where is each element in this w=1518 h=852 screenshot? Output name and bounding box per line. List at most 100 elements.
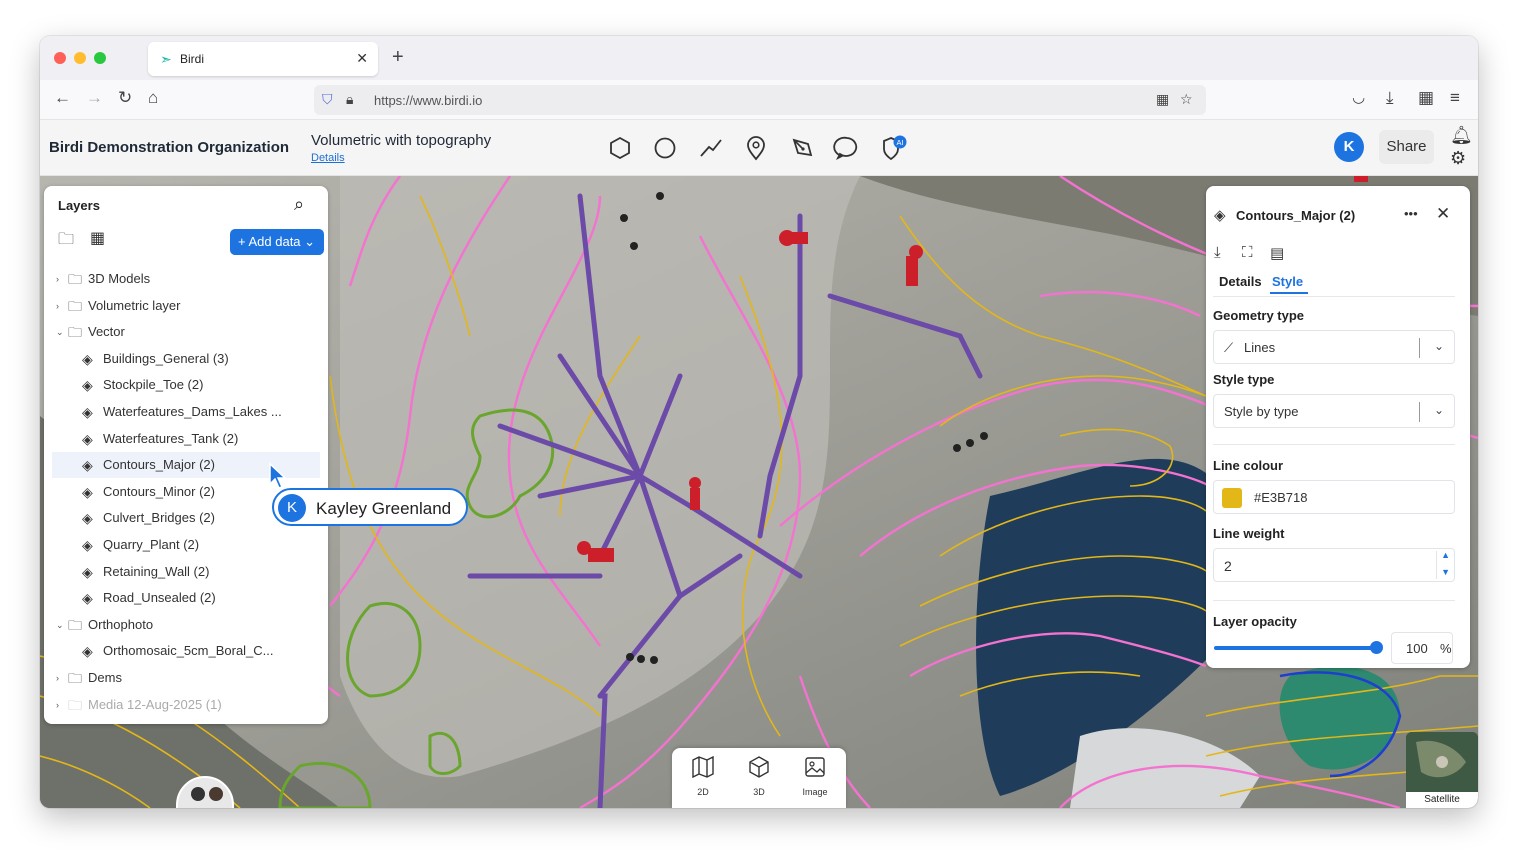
add-folder-icon[interactable]: 🗀: [58, 228, 74, 255]
chevron-right-icon[interactable]: ›: [56, 692, 59, 718]
tree-folder-row[interactable]: ⌄ 🗀 Vector: [52, 319, 320, 345]
new-tab-button[interactable]: +: [392, 46, 404, 69]
settings-gear-icon[interactable]: ⚙: [1450, 148, 1466, 169]
close-panel-icon[interactable]: ✕: [1436, 204, 1450, 224]
menu-icon[interactable]: ≡: [1450, 88, 1460, 108]
view-mode-switcher: 2D 3D Image: [672, 748, 846, 808]
chevron-right-icon[interactable]: ›: [56, 293, 59, 319]
calendar-icon[interactable]: ▦: [90, 228, 105, 248]
pocket-icon[interactable]: ◡: [1352, 88, 1365, 106]
home-icon[interactable]: ⌂: [148, 88, 158, 108]
browser-tab[interactable]: ➣ Birdi ✕: [148, 42, 378, 76]
polygon-tool-icon[interactable]: [606, 134, 634, 162]
colour-swatch[interactable]: [1222, 488, 1242, 508]
tree-layer-row[interactable]: ◈ Orthomosaic_5cm_Boral_C...: [52, 638, 320, 664]
back-icon[interactable]: ←: [54, 88, 71, 108]
reload-icon[interactable]: ↻: [118, 88, 132, 108]
address-bar[interactable]: ⛉ 🔒︎ https://www.birdi.io ▦ ☆: [314, 85, 1206, 115]
layer-stack-icon: ◈: [82, 563, 93, 580]
tab-details[interactable]: Details: [1219, 274, 1262, 289]
layer-stack-icon: ◈: [82, 430, 93, 447]
browser-tab-bar: ➣ Birdi ✕ +: [40, 36, 1478, 80]
collaborator-name-tag: K Kayley Greenland: [272, 488, 468, 526]
user-avatar[interactable]: K: [1334, 132, 1364, 162]
shield-icon[interactable]: ⛉: [322, 91, 333, 108]
line-tool-icon[interactable]: [697, 134, 725, 162]
add-data-button[interactable]: + Add data ⌄: [230, 229, 324, 255]
chevron-right-icon[interactable]: ›: [56, 266, 59, 292]
view-image-button[interactable]: Image: [788, 754, 842, 804]
tree-folder-row[interactable]: ⌄ 🗀 Orthophoto: [52, 612, 320, 638]
tree-folder-row[interactable]: › 🗀 Dems: [52, 665, 320, 691]
tree-layer-row[interactable]: ◈ Waterfeatures_Dams_Lakes ...: [52, 399, 320, 425]
collaborator-avatar: K: [278, 494, 306, 522]
lock-icon[interactable]: 🔒︎: [346, 91, 353, 108]
tab-style[interactable]: Style: [1272, 274, 1303, 289]
search-icon[interactable]: ⌕: [294, 194, 304, 215]
view-3d-button[interactable]: 3D: [732, 754, 786, 804]
tree-layer-row[interactable]: ◈ Waterfeatures_Tank (2): [52, 426, 320, 452]
line-colour-picker[interactable]: #E3B718: [1213, 480, 1455, 514]
tree-layer-row[interactable]: ◈ Buildings_General (3): [52, 346, 320, 372]
line-weight-value: 2: [1224, 558, 1232, 574]
attribute-table-icon[interactable]: ▤: [1270, 244, 1284, 262]
tree-layer-row[interactable]: ◈ Retaining_Wall (2): [52, 559, 320, 585]
url-text[interactable]: https://www.birdi.io: [374, 93, 482, 108]
more-options-icon[interactable]: •••: [1404, 206, 1418, 221]
circle-tool-icon[interactable]: [651, 134, 679, 162]
folder-icon: 🗀: [68, 616, 82, 633]
ai-badge-label: AI: [896, 138, 903, 147]
view-2d-button[interactable]: 2D: [676, 754, 730, 804]
close-window-button[interactable]: [54, 52, 66, 64]
tree-item-label: Buildings_General (3): [103, 350, 229, 366]
download-layer-icon[interactable]: ⤓: [1214, 244, 1221, 261]
share-button[interactable]: Share: [1379, 130, 1434, 164]
chevron-down-icon: ⌄: [1433, 403, 1444, 417]
increment-icon[interactable]: ▲: [1441, 550, 1450, 560]
opacity-input[interactable]: 100 %: [1391, 632, 1453, 664]
minimize-window-button[interactable]: [74, 52, 86, 64]
zoom-to-layer-icon[interactable]: ⛶: [1242, 244, 1253, 261]
download-icon[interactable]: ⤓: [1386, 88, 1394, 108]
tree-item-label: Vector: [88, 324, 125, 340]
opacity-slider-track[interactable]: [1214, 646, 1376, 650]
tree-folder-row[interactable]: › 🗀 Media 12-Aug-2025 (1): [52, 692, 320, 718]
maximize-window-button[interactable]: [94, 52, 106, 64]
style-type-select[interactable]: Style by type ⌄: [1213, 394, 1455, 428]
project-details-link[interactable]: Details: [311, 152, 345, 164]
chevron-down-icon[interactable]: ⌄: [56, 319, 64, 345]
apps-icon[interactable]: ▦: [1156, 91, 1169, 108]
forward-icon[interactable]: →: [86, 88, 103, 108]
location-pin-icon[interactable]: [742, 134, 770, 162]
chevron-down-icon[interactable]: ⌄: [56, 612, 64, 638]
line-colour-value: #E3B718: [1254, 490, 1308, 505]
line-weight-input[interactable]: 2 ▲ ▼: [1213, 548, 1455, 582]
ai-detection-icon[interactable]: AI: [879, 134, 907, 162]
notification-bell-icon[interactable]: 🔔︎: [1450, 125, 1473, 146]
bookmark-star-icon[interactable]: ☆: [1180, 91, 1193, 108]
tree-layer-row[interactable]: ◈ Quarry_Plant (2): [52, 532, 320, 558]
decrement-icon[interactable]: ▼: [1441, 567, 1450, 577]
tree-item-label: 3D Models: [88, 271, 151, 286]
comment-icon[interactable]: [833, 134, 861, 162]
geometry-type-select[interactable]: ⟋ Lines ⌄: [1213, 330, 1455, 364]
opacity-slider-handle[interactable]: [1370, 641, 1383, 654]
tree-folder-row[interactable]: › 🗀 3D Models: [52, 266, 320, 292]
tab-close-icon[interactable]: ✕: [356, 50, 368, 67]
map-canvas[interactable]: Layers ⌕ 🗀 ▦ + Add data ⌄ › 🗀 3D Models › 🗀 V…: [40, 176, 1478, 808]
chevron-right-icon[interactable]: ›: [56, 665, 59, 691]
layer-opacity-label: Layer opacity: [1213, 614, 1297, 629]
tree-item-label: Retaining_Wall (2): [103, 563, 210, 579]
view-image-label: Image: [802, 787, 828, 797]
folder-icon: 🗀: [68, 271, 82, 287]
layer-stack-icon: ◈: [82, 483, 93, 500]
tree-layer-row[interactable]: ◈ Road_Unsealed (2): [52, 585, 320, 611]
tree-layer-row[interactable]: ◈ Stockpile_Toe (2): [52, 372, 320, 398]
extensions-icon[interactable]: ▦: [1418, 88, 1434, 108]
layer-stack-icon: ◈: [82, 537, 93, 553]
pen-tool-icon[interactable]: [788, 134, 816, 162]
basemap-toggle[interactable]: Satellite: [1406, 732, 1478, 808]
tree-folder-row[interactable]: › 🗀 Volumetric layer: [52, 293, 320, 319]
layer-stack-icon: ◈: [82, 350, 93, 367]
folder-icon: 🗀: [68, 696, 82, 713]
